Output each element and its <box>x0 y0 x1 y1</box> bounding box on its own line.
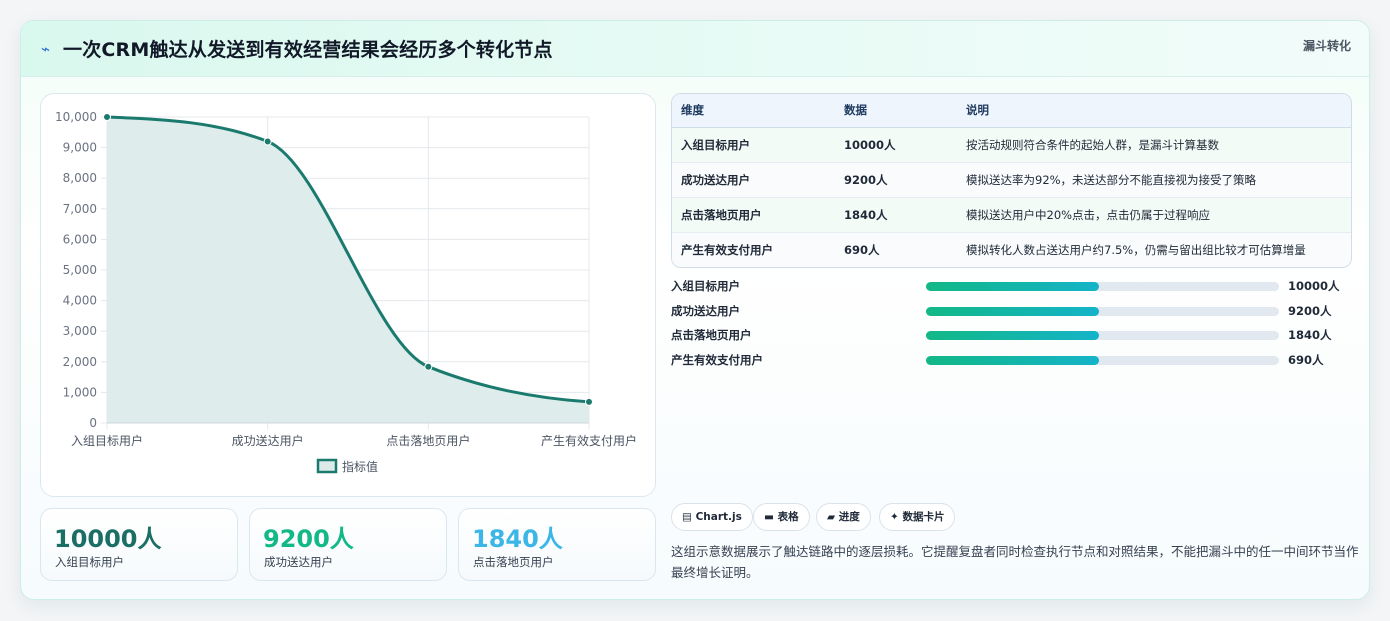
legend-label: 指标值 <box>342 459 378 474</box>
stat-value: 9200人 <box>263 525 354 553</box>
sparkle-icon: ✦ <box>890 511 899 523</box>
stat-value: 1840人 <box>472 525 563 553</box>
table-cell-dimension: 产生有效支付用户 <box>672 232 835 267</box>
progress-row: 产生有效支付用户 690人 <box>671 352 1352 377</box>
tag-data-card[interactable]: ✦ 数据卡片 <box>879 503 956 531</box>
tag-table[interactable]: ▬ 表格 <box>753 503 810 531</box>
table-header-dimension: 维度 <box>672 94 835 128</box>
funnel-table: 维度 数据 说明 入组目标用户 10000人 按活动规则符合条件的起始人群，是漏… <box>671 93 1352 268</box>
stat-card-clicked: 1840人 点击落地页用户 <box>458 508 656 581</box>
data-point <box>263 137 272 146</box>
table-header-row: 维度 数据 说明 <box>672 94 1351 128</box>
stat-label: 成功送达用户 <box>264 555 333 569</box>
y-tick-label: 4,000 <box>63 294 97 308</box>
progress-track <box>926 355 1279 365</box>
data-table: 维度 数据 说明 入组目标用户 10000人 按活动规则符合条件的起始人群，是漏… <box>672 94 1351 267</box>
tag-label: 表格 <box>777 511 799 523</box>
data-point <box>585 397 593 406</box>
y-tick-label: 0 <box>89 416 97 430</box>
table-cell-data: 9200人 <box>835 162 957 198</box>
table-row: 成功送达用户 9200人 模拟送达率为92%，未送达部分不能直接视为接受了策略 <box>672 162 1351 198</box>
tag-chartjs[interactable]: ▤ Chart.js <box>671 503 753 531</box>
progress-row: 点击落地页用户 1840人 <box>671 327 1352 352</box>
tag-label: 进度 <box>838 511 860 523</box>
table-header-data: 数据 <box>835 94 957 128</box>
x-tick-label: 入组目标用户 <box>71 433 143 448</box>
lightning-icon: ⌁ <box>41 40 51 58</box>
progress-value: 9200人 <box>1288 303 1332 318</box>
progress-fill <box>926 355 1099 365</box>
progress-row: 成功送达用户 9200人 <box>671 303 1352 328</box>
progress-label: 点击落地页用户 <box>671 328 752 342</box>
x-tick-label: 产生有效支付用户 <box>541 433 637 448</box>
data-point <box>424 362 433 371</box>
progress-value: 10000人 <box>1288 279 1340 293</box>
tag-progress[interactable]: ▰ 进度 <box>816 503 871 531</box>
stat-card-target: 10000人 入组目标用户 <box>40 508 238 581</box>
description-note: 这组示意数据展示了触达链路中的逐层损耗。它提醒复盘者同时检查执行节点和对照结果，… <box>671 544 1359 580</box>
progress-track <box>926 306 1279 316</box>
table-cell-description: 按活动规则符合条件的起始人群，是漏斗计算基数 <box>957 127 1351 163</box>
table-row: 产生有效支付用户 690人 模拟转化人数占送达用户约7.5%，仍需与留出组比较才… <box>672 232 1351 267</box>
y-tick-label: 9,000 <box>63 141 97 155</box>
progress-track <box>926 282 1279 291</box>
funnel-card: ⌁ 一次CRM触达从发送到有效经营结果会经历多个转化节点 漏斗转化 0 1,000… <box>20 20 1370 600</box>
chart-icon: ▤ <box>682 511 692 523</box>
progress-row: 入组目标用户 10000人 <box>671 278 1352 303</box>
progress-value: 1840人 <box>1288 328 1332 342</box>
table-cell-description: 模拟送达率为92%，未送达部分不能直接视为接受了策略 <box>957 162 1351 198</box>
progress-fill <box>926 282 1099 291</box>
progress-icon: ▰ <box>827 511 836 523</box>
table-cell-data: 690人 <box>835 232 957 267</box>
progress-label: 成功送达用户 <box>671 303 740 318</box>
table-header-description: 说明 <box>957 94 1351 128</box>
page-title: 一次CRM触达从发送到有效经营结果会经历多个转化节点 <box>63 39 553 61</box>
table-cell-description: 模拟送达用户中20%点击，点击仍属于过程响应 <box>957 197 1351 233</box>
y-tick-label: 1,000 <box>63 385 97 399</box>
table-row: 入组目标用户 10000人 按活动规则符合条件的起始人群，是漏斗计算基数 <box>672 127 1351 163</box>
progress-label: 入组目标用户 <box>671 279 740 293</box>
progress-fill <box>926 331 1099 340</box>
table-cell-description: 模拟转化人数占送达用户约7.5%，仍需与留出组比较才可估算增量 <box>957 232 1351 267</box>
legend-swatch <box>316 458 338 474</box>
table-cell-dimension: 入组目标用户 <box>672 127 835 163</box>
x-tick-label: 点击落地页用户 <box>386 433 470 448</box>
stat-label: 点击落地页用户 <box>473 555 554 569</box>
y-tick-label: 10,000 <box>55 110 97 124</box>
y-tick-label: 7,000 <box>63 202 97 216</box>
tag-label: Chart.js <box>695 511 742 523</box>
progress-track <box>926 331 1279 340</box>
y-tick-label: 5,000 <box>63 263 97 277</box>
progress-fill <box>926 306 1099 316</box>
table-icon: ▬ <box>764 511 774 523</box>
category-badge: 漏斗转化 <box>1302 39 1351 53</box>
table-cell-dimension: 成功送达用户 <box>672 162 835 198</box>
table-cell-data: 10000人 <box>835 127 957 163</box>
chart-svg: 0 1,000 2,000 3,000 4,000 5,000 6,000 7,000 8,00… <box>55 110 637 474</box>
funnel-line-chart: 0 1,000 2,000 3,000 4,000 5,000 6,000 7,000 8,00… <box>40 93 656 497</box>
stat-value: 10000人 <box>54 525 162 553</box>
table-row: 点击落地页用户 1840人 模拟送达用户中20%点击，点击仍属于过程响应 <box>672 197 1351 233</box>
table-cell-dimension: 点击落地页用户 <box>672 197 835 233</box>
stat-card-delivered: 9200人 成功送达用户 <box>249 508 447 581</box>
card-header: ⌁ 一次CRM触达从发送到有效经营结果会经历多个转化节点 漏斗转化 <box>21 21 1369 77</box>
data-point <box>103 113 111 121</box>
x-tick-label: 成功送达用户 <box>232 433 304 448</box>
progress-list: 入组目标用户 10000人 成功送达用户 9200人 点击落地页用户 1840人… <box>671 278 1352 376</box>
y-tick-label: 2,000 <box>63 355 97 369</box>
y-tick-label: 3,000 <box>63 324 97 338</box>
table-cell-data: 1840人 <box>835 197 957 233</box>
y-tick-label: 8,000 <box>63 171 97 185</box>
progress-label: 产生有效支付用户 <box>671 352 763 367</box>
progress-value: 690人 <box>1288 352 1324 367</box>
y-tick-label: 6,000 <box>63 232 97 246</box>
tag-label: 数据卡片 <box>902 511 945 523</box>
stat-label: 入组目标用户 <box>55 555 124 569</box>
